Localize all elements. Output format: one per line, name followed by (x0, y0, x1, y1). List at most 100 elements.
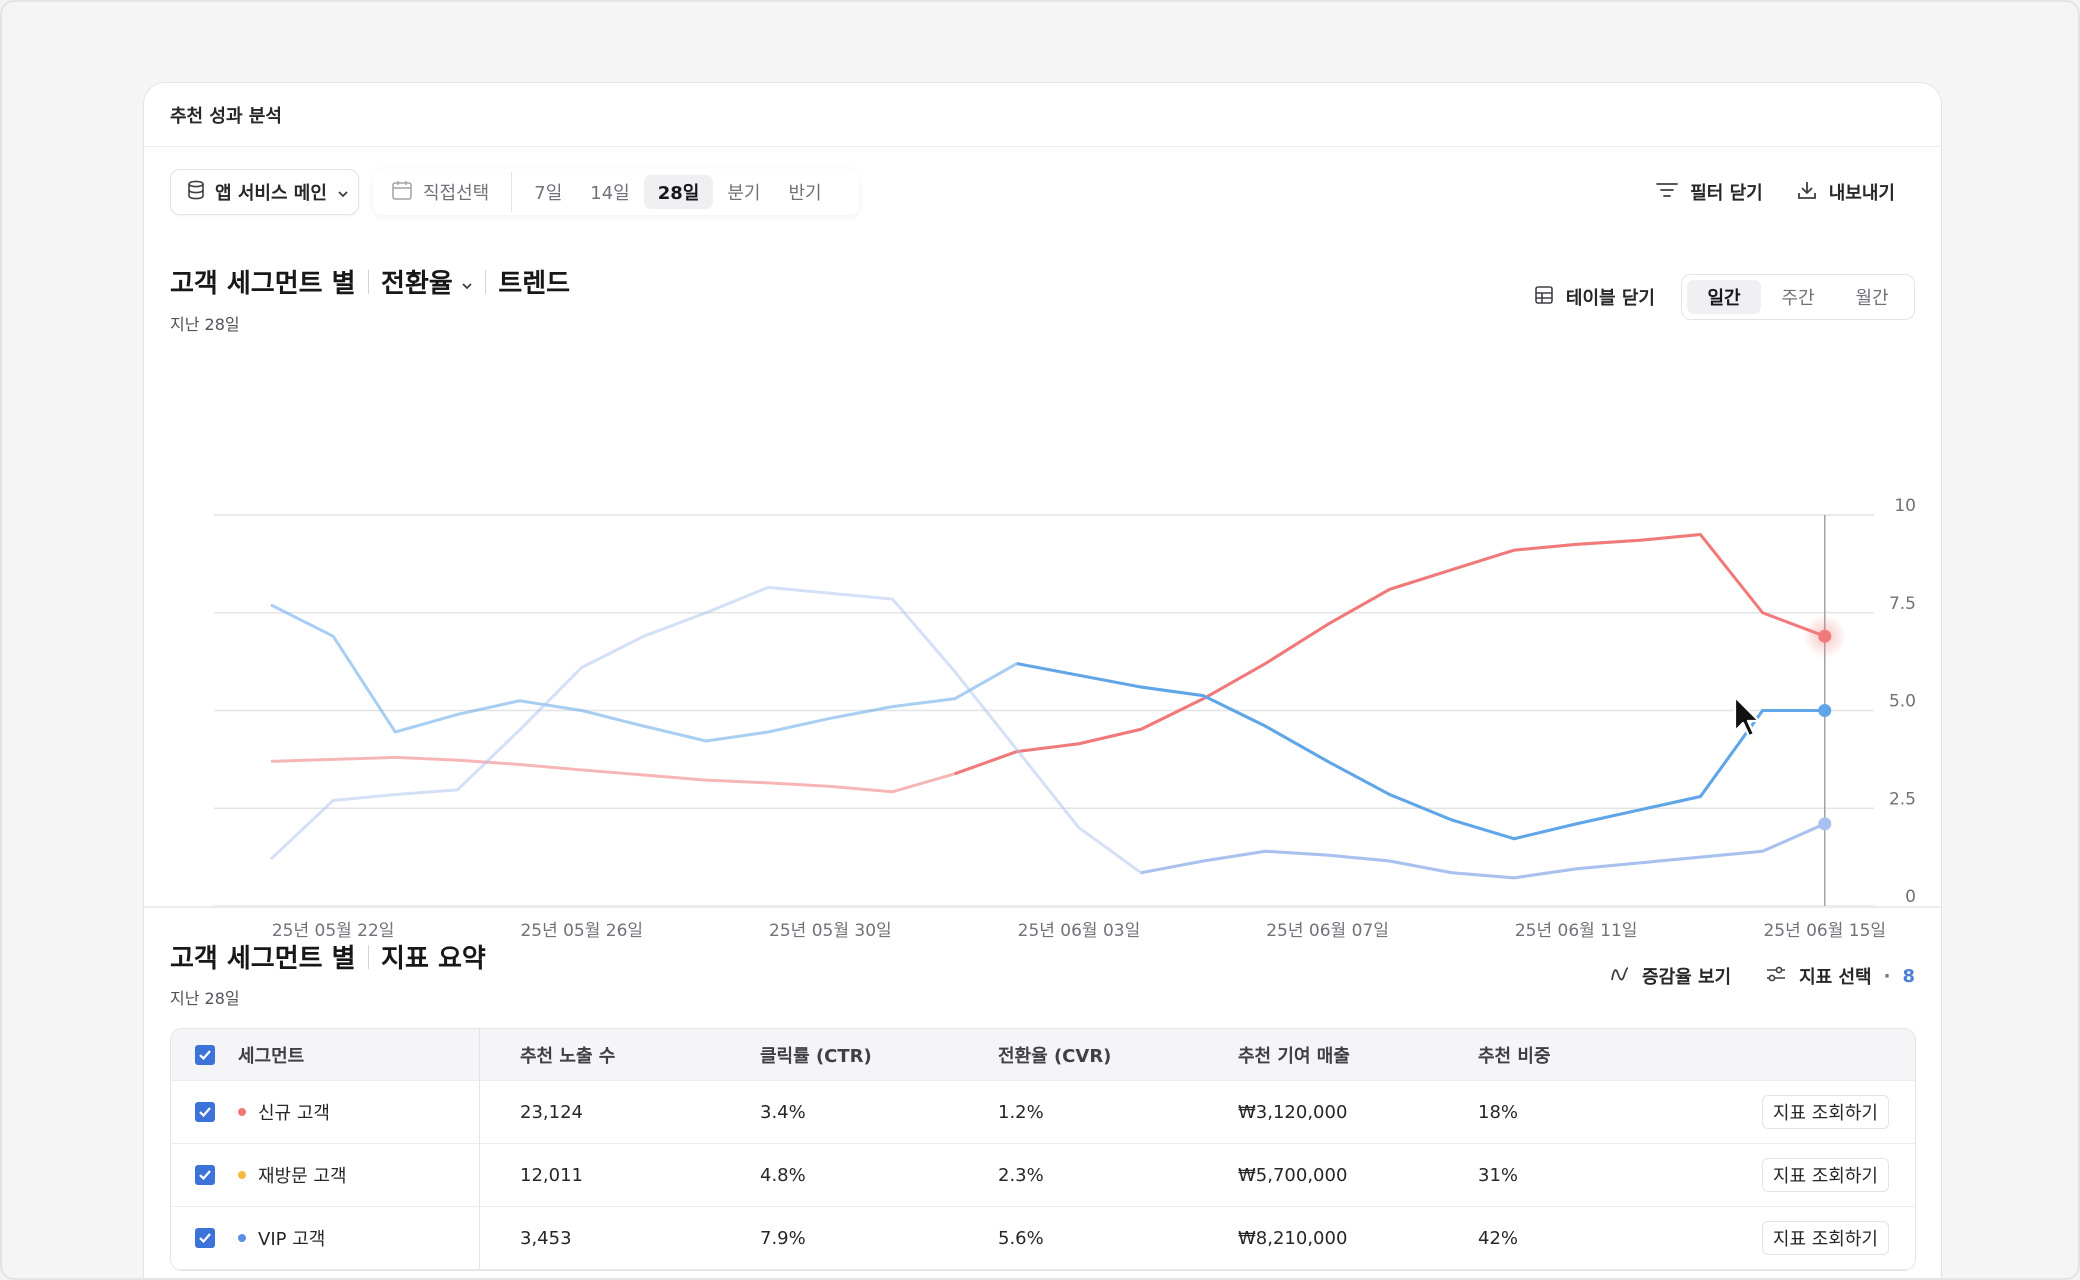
export-button[interactable]: 내보내기 (1797, 179, 1895, 205)
analytics-card: 추천 성과 분석 앱 서비스 메인 직접선택 7일 14일 28일 분기 반기 … (143, 82, 1942, 1278)
summary-subtitle: 지난 28일 (170, 989, 240, 1008)
x-tick-label: 25년 05월 30일 (769, 921, 892, 941)
cvr-cell: 5.6% (998, 1227, 1044, 1249)
column-header-cvr: 전환율 (CVR) (998, 1045, 1112, 1067)
segment-label: VIP 고객 (258, 1229, 326, 1250)
segment-color-dot (238, 1171, 246, 1179)
ctr-cell: 3.4% (760, 1101, 806, 1123)
window-frame: 추천 성과 분석 앱 서비스 메인 직접선택 7일 14일 28일 분기 반기 … (0, 0, 2080, 1280)
granularity-daily[interactable]: 일간 (1687, 280, 1761, 314)
table-toggle-button[interactable]: 테이블 닫기 (1534, 284, 1655, 310)
trend-subtitle: 지난 28일 (170, 315, 240, 334)
summary-table: 세그먼트 추천 노출 수 클릭률 (CTR) 전환율 (CVR) 추천 기여 매… (170, 1028, 1916, 1271)
view-metrics-button[interactable]: 지표 조회하기 (1761, 1095, 1889, 1129)
metric-count-badge: 8 (1902, 965, 1915, 987)
trend-view-controls: 테이블 닫기 일간 주간 월간 (1534, 274, 1915, 320)
segment-color-dot (238, 1108, 246, 1116)
growth-rate-label: 증감율 보기 (1642, 967, 1732, 988)
y-tick-label: 5.0 (1889, 692, 1916, 712)
date-range-group: 직접선택 7일 14일 28일 분기 반기 (373, 169, 859, 215)
share-cell: 42% (1478, 1227, 1519, 1249)
column-header-share: 추천 비중 (1478, 1045, 1551, 1067)
table-row: 신규 고객 23,124 3.4% 1.2% ₩3,120,000 18% 지표… (171, 1081, 1915, 1144)
ctr-cell: 7.9% (760, 1227, 806, 1249)
column-header-ctr: 클릭률 (CTR) (760, 1045, 872, 1067)
table-icon (1534, 285, 1554, 310)
filter-toggle-label: 필터 닫기 (1690, 183, 1763, 204)
trend-title: 고객 세그먼트 별 전환율 트렌드 (170, 263, 570, 300)
toolbar-actions: 필터 닫기 내보내기 (1656, 169, 1895, 215)
filter-toggle-button[interactable]: 필터 닫기 (1656, 179, 1763, 205)
granularity-switch: 일간 주간 월간 (1681, 274, 1915, 320)
x-tick-label: 25년 06월 11일 (1515, 921, 1638, 941)
y-tick-label: 0 (1905, 887, 1916, 907)
segment-name: VIP 고객 (238, 1225, 325, 1251)
view-metrics-button[interactable]: 지표 조회하기 (1761, 1158, 1889, 1192)
custom-range-button[interactable]: 직접선택 (379, 172, 513, 212)
impressions-cell: 23,124 (520, 1101, 583, 1123)
metric-select-button[interactable]: 지표 선택 · 8 (1765, 963, 1915, 989)
x-tick-label: 25년 05월 26일 (520, 921, 643, 941)
title-separator (367, 269, 370, 294)
title-separator (484, 269, 487, 294)
range-quarter[interactable]: 분기 (713, 175, 774, 209)
toolbar: 앱 서비스 메인 직접선택 7일 14일 28일 분기 반기 필터 닫기 내보내… (170, 169, 1915, 215)
download-icon (1797, 180, 1817, 205)
row-checkbox[interactable] (195, 1228, 215, 1248)
granularity-monthly[interactable]: 월간 (1835, 280, 1909, 314)
range-half[interactable]: 반기 (774, 175, 835, 209)
summary-title-suffix: 지표 요약 (381, 944, 486, 974)
series-point (1818, 704, 1832, 717)
x-tick-label: 25년 06월 03일 (1018, 921, 1141, 941)
section-divider (144, 906, 1941, 908)
select-all-checkbox[interactable] (195, 1044, 215, 1065)
metric-label: 전환율 (381, 269, 453, 299)
column-header-revenue: 추천 기여 매출 (1238, 1045, 1350, 1067)
segment-cell: VIP 고객 (171, 1207, 480, 1269)
share-cell: 18% (1478, 1101, 1519, 1123)
export-label: 내보내기 (1828, 183, 1895, 204)
range-14d[interactable]: 14일 (576, 175, 643, 209)
title-separator (367, 944, 370, 969)
segment-color-dot (238, 1234, 246, 1242)
row-checkbox[interactable] (195, 1165, 215, 1185)
calendar-icon (391, 179, 413, 206)
card-title: 추천 성과 분석 (144, 83, 1941, 147)
table-header-row: 세그먼트 추천 노출 수 클릭률 (CTR) 전환율 (CVR) 추천 기여 매… (171, 1029, 1915, 1081)
chevron-down-icon (461, 267, 473, 297)
revenue-cell: ₩5,700,000 (1238, 1164, 1348, 1186)
table-toggle-label: 테이블 닫기 (1565, 288, 1655, 309)
range-7d[interactable]: 7일 (520, 175, 576, 209)
metric-dropdown[interactable]: 전환율 (381, 263, 473, 300)
segment-label: 신규 고객 (258, 1103, 330, 1124)
y-tick-label: 2.5 (1889, 789, 1916, 809)
summary-title-prefix: 고객 세그먼트 별 (170, 944, 356, 974)
separator-dot: · (1883, 965, 1891, 987)
cvr-cell: 2.3% (998, 1164, 1044, 1186)
segment-name: 신규 고객 (238, 1099, 330, 1125)
data-source-dropdown[interactable]: 앱 서비스 메인 (170, 169, 359, 215)
series-point (1818, 629, 1832, 643)
summary-controls: 증감율 보기 지표 선택 · 8 (1610, 953, 1915, 999)
range-28d[interactable]: 28일 (643, 175, 714, 209)
series-line-past (270, 603, 1825, 841)
revenue-cell: ₩8,210,000 (1238, 1227, 1348, 1249)
row-checkbox[interactable] (195, 1102, 215, 1122)
mouse-cursor-icon (1733, 695, 1761, 743)
revenue-cell: ₩3,120,000 (1238, 1101, 1348, 1123)
impressions-cell: 12,011 (520, 1164, 583, 1186)
trend-chart[interactable]: 02.55.07.51025년 05월 22일 25년 05월 26일 25년 05… (144, 403, 1942, 943)
filter-icon (1656, 182, 1679, 203)
segment-label: 재방문 고객 (258, 1166, 347, 1187)
trend-wave-icon (1610, 964, 1630, 989)
granularity-weekly[interactable]: 주간 (1761, 280, 1835, 314)
database-icon (187, 180, 205, 205)
trend-title-prefix: 고객 세그먼트 별 (170, 269, 356, 299)
summary-title: 고객 세그먼트 별 지표 요약 (170, 938, 486, 975)
data-source-label: 앱 서비스 메인 (215, 183, 327, 204)
segment-name: 재방문 고객 (238, 1162, 347, 1188)
column-header-segment: 세그먼트 (238, 1045, 305, 1067)
view-metrics-button[interactable]: 지표 조회하기 (1761, 1221, 1889, 1255)
cvr-cell: 1.2% (998, 1101, 1044, 1123)
growth-rate-toggle[interactable]: 증감율 보기 (1610, 963, 1731, 989)
